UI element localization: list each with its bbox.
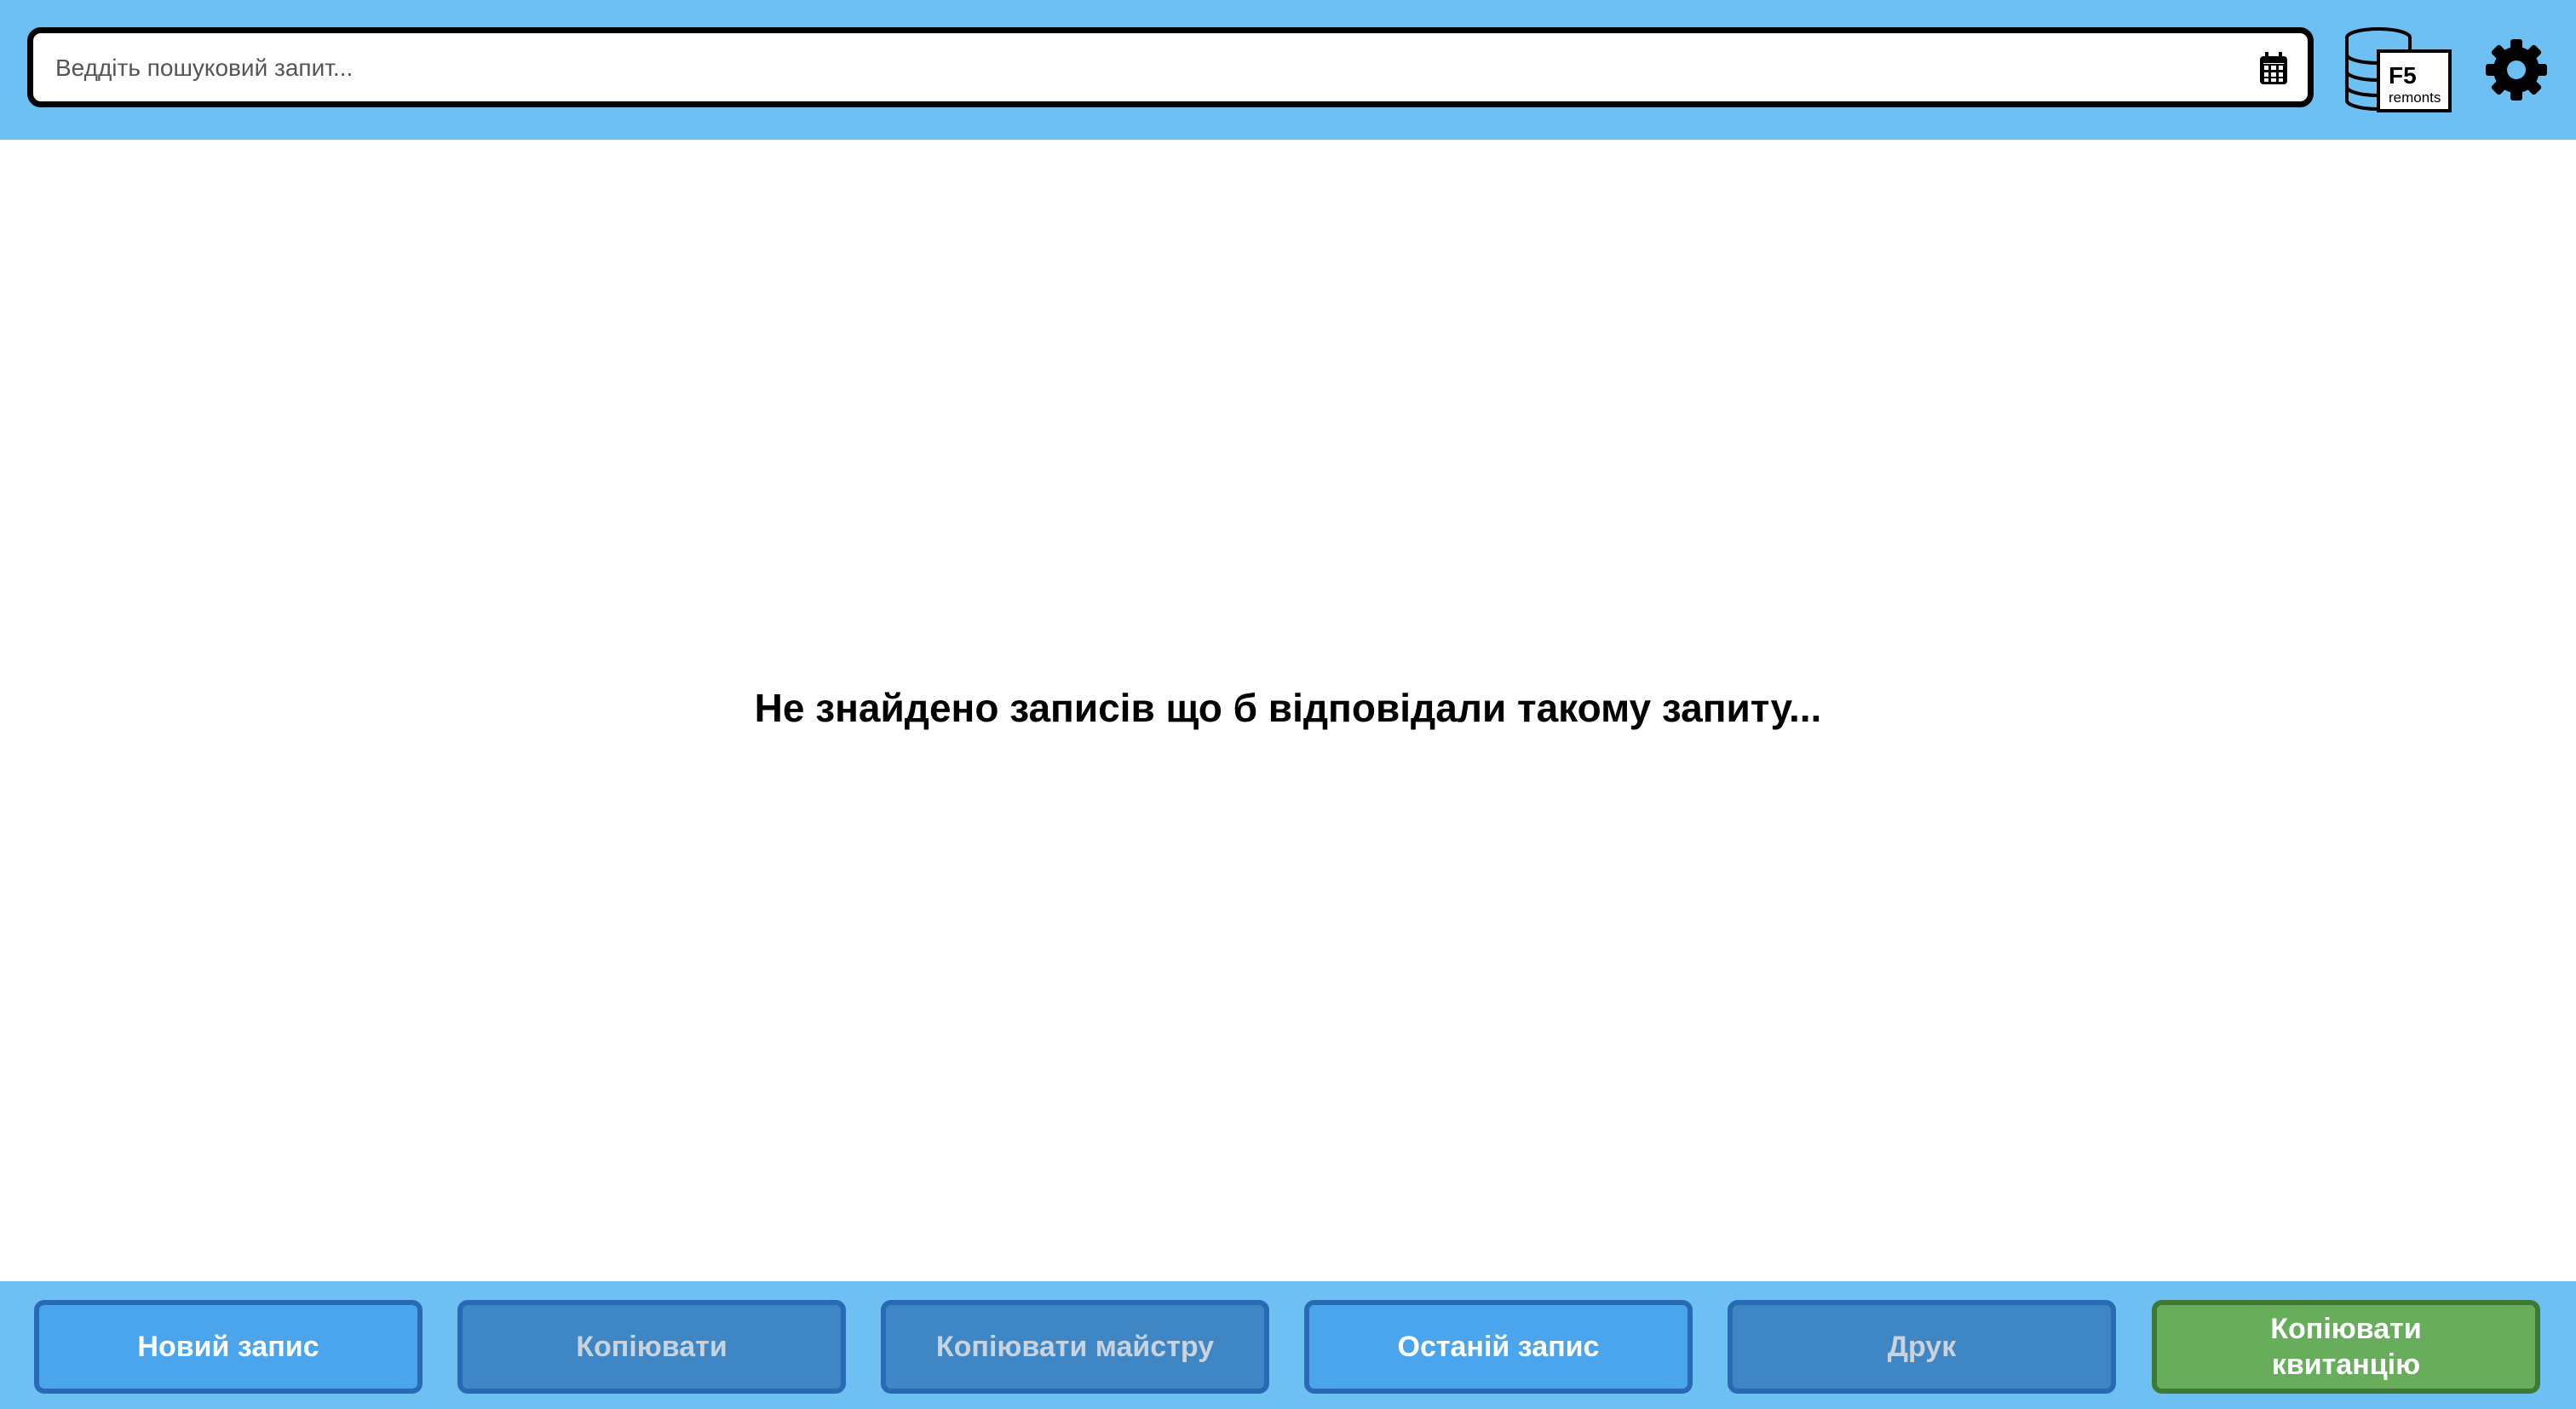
copy-receipt-button[interactable]: Копіювати квитанцію	[2152, 1300, 2540, 1394]
copy-to-master-button[interactable]: Копіювати майстру	[881, 1300, 1269, 1394]
print-button[interactable]: Друк	[1728, 1300, 2116, 1394]
search-box[interactable]	[27, 27, 2314, 107]
gear-icon[interactable]	[2486, 39, 2547, 101]
top-bar: F5 remonts	[0, 0, 2576, 140]
logo-sub-text: remonts	[2389, 89, 2441, 106]
bottom-toolbar: Новий запис Копіювати Копіювати майстру …	[0, 1281, 2576, 1409]
last-record-button[interactable]: Останій запис	[1304, 1300, 1693, 1394]
search-input[interactable]	[54, 33, 2238, 103]
records-area: Не знайдено записів що б відповідали так…	[0, 140, 2576, 1281]
calendar-icon[interactable]	[2260, 52, 2287, 84]
copy-receipt-label: Копіювати квитанцію	[2270, 1313, 2422, 1381]
f5-remonts-logo[interactable]: F5 remonts	[2344, 26, 2453, 114]
empty-results-message: Не знайдено записів що б відповідали так…	[754, 686, 1822, 730]
logo-main-text: F5	[2389, 62, 2417, 89]
copy-button[interactable]: Копіювати	[457, 1300, 846, 1394]
new-record-button[interactable]: Новий запис	[34, 1300, 423, 1394]
